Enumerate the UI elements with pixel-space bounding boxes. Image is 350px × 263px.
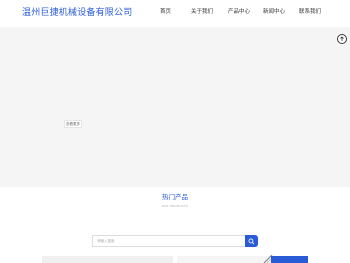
products-section-subtitle: HOT PRODUCTS (161, 204, 189, 208)
nav-news[interactable]: 新闻中心 (263, 8, 285, 16)
product-card[interactable] (42, 256, 173, 263)
search-button[interactable] (245, 235, 258, 247)
hero-more-button[interactable]: 查看更多 (64, 120, 82, 128)
up-arrow-icon (340, 36, 344, 41)
nav-contact[interactable]: 联系我们 (299, 8, 321, 16)
product-image-accent (271, 256, 308, 263)
float-top-button[interactable] (337, 34, 347, 44)
nav-about[interactable]: 关于我们 (191, 8, 213, 16)
search-icon (248, 238, 255, 244)
products-section-title: 热门产品 (162, 193, 188, 201)
nav-home[interactable]: 首页 (160, 8, 171, 16)
site-logo[interactable]: 温州巨捷机械设备有限公司 (22, 7, 132, 19)
nav-products[interactable]: 产品中心 (228, 8, 250, 16)
site-header: 温州巨捷机械设备有限公司 首页 关于我们 产品中心 新闻中心 联系我们 (0, 0, 350, 27)
hero-banner: 查看更多 (0, 27, 350, 187)
search-input[interactable] (92, 235, 245, 247)
